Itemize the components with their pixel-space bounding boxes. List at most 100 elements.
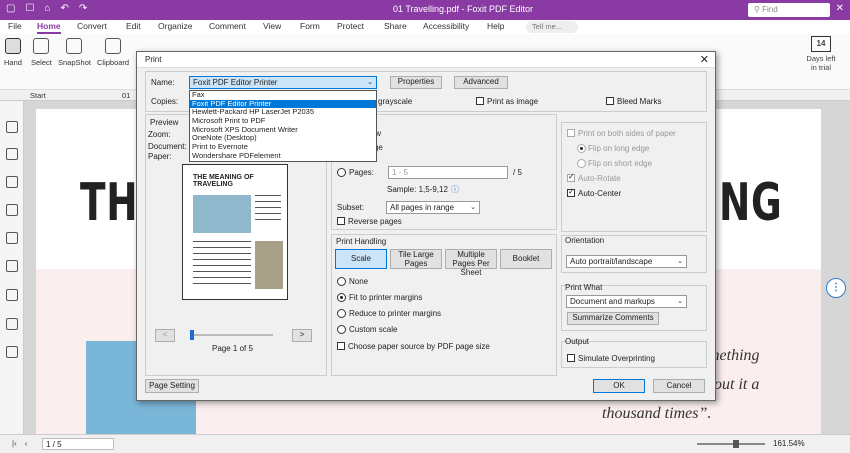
- paper-source-checkbox[interactable]: [337, 342, 345, 350]
- hand-tool-button[interactable]: Hand: [4, 38, 22, 67]
- app-icon[interactable]: ▢: [6, 3, 15, 14]
- dialog-close-icon[interactable]: ✕: [700, 53, 709, 66]
- layers-icon[interactable]: [6, 204, 18, 216]
- attachments-icon[interactable]: [6, 232, 18, 244]
- tab-form[interactable]: Form: [300, 21, 320, 31]
- trial-label-line1: Days left: [806, 54, 836, 63]
- tab-organize[interactable]: Organize: [158, 21, 193, 31]
- print-what-select[interactable]: Document and markups ⌄: [566, 295, 687, 308]
- prev-page-button[interactable]: <: [155, 329, 175, 342]
- clipboard-button[interactable]: Clipboard: [97, 38, 129, 67]
- tab-file[interactable]: File: [8, 21, 22, 31]
- clipboard-label: Clipboard: [97, 58, 130, 67]
- sample-hint: Sample: 1,5-9,12: [387, 185, 448, 194]
- fit-to-margins-radio[interactable]: [337, 293, 346, 302]
- tile-large-pages-tab[interactable]: Tile Large Pages: [390, 249, 442, 269]
- both-sides-checkbox[interactable]: [567, 129, 575, 137]
- chevron-down-icon: ⌄: [677, 258, 683, 265]
- snapshot-button[interactable]: SnapShot: [58, 38, 91, 67]
- preview-page-slider-handle[interactable]: [190, 330, 194, 340]
- preview-page-slider-track[interactable]: [191, 334, 273, 336]
- cancel-button[interactable]: Cancel: [653, 379, 705, 393]
- grayscale-label: grayscale: [378, 97, 413, 106]
- summarize-comments-button[interactable]: Summarize Comments: [567, 312, 659, 325]
- open-icon[interactable]: ☐: [25, 3, 34, 14]
- auto-center-label: Auto-Center: [578, 189, 622, 198]
- tell-me-input[interactable]: Tell me...: [526, 21, 578, 33]
- comments-icon[interactable]: [6, 176, 18, 188]
- close-icon[interactable]: ✕: [836, 3, 844, 14]
- page-title-left: TH: [80, 173, 139, 233]
- chevron-down-icon: ⌄: [677, 298, 683, 305]
- subset-value: All pages in range: [390, 203, 455, 212]
- tab-accessibility[interactable]: Accessibility: [423, 21, 469, 31]
- scale-tab[interactable]: Scale: [335, 249, 387, 269]
- short-edge-radio[interactable]: [577, 159, 586, 168]
- preview-text-line: [193, 259, 251, 260]
- info-icon[interactable]: ⓘ: [451, 184, 459, 195]
- reduce-to-margins-radio[interactable]: [337, 309, 346, 318]
- printer-select[interactable]: Foxit PDF Editor Printer ⌄: [189, 76, 377, 89]
- advanced-button[interactable]: Advanced: [454, 76, 508, 89]
- tab-comment[interactable]: Comment: [209, 21, 246, 31]
- printer-option[interactable]: Wondershare PDFelement: [190, 151, 376, 161]
- tab-protect[interactable]: Protect: [337, 21, 364, 31]
- tab-home[interactable]: Home: [37, 21, 61, 34]
- first-page-icon[interactable]: |‹: [12, 439, 17, 448]
- tab-start[interactable]: Start: [30, 91, 46, 100]
- prev-page-icon[interactable]: ‹: [25, 439, 28, 448]
- scale-none-radio[interactable]: [337, 277, 346, 286]
- properties-button[interactable]: Properties: [390, 76, 442, 89]
- undo-icon[interactable]: ↶: [60, 3, 68, 14]
- simulate-overprinting-checkbox[interactable]: [567, 354, 575, 362]
- booklet-tab[interactable]: Booklet: [500, 249, 552, 269]
- preview-text-line: [255, 207, 281, 208]
- print-as-image-label: Print as image: [487, 97, 539, 106]
- maximize-icon[interactable]: □: [820, 3, 826, 14]
- subset-select[interactable]: All pages in range ⌄: [386, 201, 480, 214]
- zoom-slider-track[interactable]: [697, 443, 765, 445]
- print-as-image-checkbox[interactable]: [476, 97, 484, 105]
- print-what-value: Document and markups: [570, 297, 655, 306]
- signature-icon[interactable]: [6, 318, 18, 330]
- pages-radio[interactable]: [337, 168, 346, 177]
- tab-edit[interactable]: Edit: [126, 21, 141, 31]
- pages-icon[interactable]: [6, 148, 18, 160]
- security-icon[interactable]: [6, 260, 18, 272]
- next-page-button[interactable]: >: [292, 329, 312, 342]
- bleed-marks-checkbox[interactable]: [606, 97, 614, 105]
- tab-share[interactable]: Share: [384, 21, 407, 31]
- page-number-input[interactable]: 1 / 5: [42, 438, 114, 450]
- multiple-pages-tab[interactable]: Multiple Pages Per Sheet: [445, 249, 497, 277]
- navigation-panel: [0, 101, 24, 434]
- save-icon[interactable]: ⌂: [44, 3, 50, 14]
- auto-rotate-checkbox[interactable]: [567, 172, 575, 182]
- page-setting-button[interactable]: Page Setting: [145, 379, 199, 393]
- tab-convert[interactable]: Convert: [77, 21, 107, 31]
- assistant-icon[interactable]: ⋮: [826, 278, 846, 298]
- form-icon[interactable]: [6, 289, 18, 301]
- tab-help[interactable]: Help: [487, 21, 504, 31]
- minimize-icon[interactable]: —: [800, 3, 810, 14]
- pages-range-placeholder: 1 - 5: [392, 168, 409, 177]
- long-edge-radio[interactable]: [577, 144, 586, 153]
- tab-view[interactable]: View: [263, 21, 281, 31]
- bookmark-icon[interactable]: [6, 121, 18, 133]
- zoom-level[interactable]: 161.54%: [773, 439, 805, 448]
- pages-range-input[interactable]: 1 - 5: [388, 166, 508, 179]
- zoom-slider-handle[interactable]: [733, 440, 739, 448]
- trial-indicator[interactable]: 14 Days left in trial: [796, 36, 846, 72]
- printer-select-value: Foxit PDF Editor Printer: [193, 78, 278, 87]
- auto-center-checkbox[interactable]: [567, 187, 575, 197]
- window-title: 01 Travelling.pdf - Foxit PDF Editor: [393, 4, 534, 14]
- simulate-overprinting-label: Simulate Overprinting: [578, 354, 655, 363]
- tab-document[interactable]: 01: [122, 91, 130, 100]
- reverse-pages-checkbox[interactable]: [337, 217, 345, 225]
- chevron-down-icon: ⌄: [470, 204, 476, 211]
- orientation-select[interactable]: Auto portrait/landscape ⌄: [566, 255, 687, 268]
- ok-button[interactable]: OK: [593, 379, 645, 393]
- content-icon[interactable]: [6, 346, 18, 358]
- select-tool-button[interactable]: Select: [31, 38, 52, 67]
- redo-icon[interactable]: ↷: [79, 3, 87, 14]
- custom-scale-radio[interactable]: [337, 325, 346, 334]
